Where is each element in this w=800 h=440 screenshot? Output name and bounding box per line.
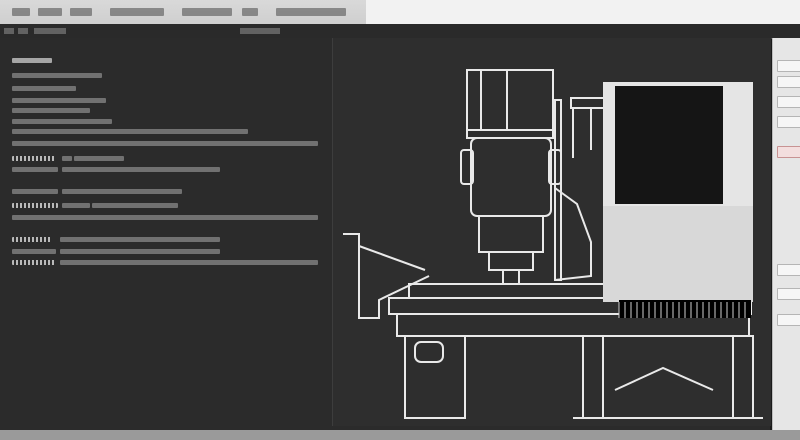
toolbar-item[interactable] — [240, 28, 280, 34]
text-line — [12, 73, 102, 78]
text-line — [12, 189, 58, 194]
toolbar-item[interactable] — [34, 28, 66, 34]
text-line — [12, 86, 76, 91]
menu-item-1[interactable] — [12, 8, 30, 16]
panel-button[interactable] — [777, 76, 800, 88]
menu-item-4[interactable] — [110, 8, 164, 16]
title-bar-blank — [366, 0, 800, 24]
text-line — [12, 98, 106, 103]
text-line — [12, 156, 56, 161]
text-line — [12, 249, 56, 254]
text-line — [12, 119, 112, 124]
title-bar — [0, 0, 800, 25]
panel-button[interactable] — [777, 314, 800, 326]
menu-item-6[interactable] — [242, 8, 258, 16]
text-line — [62, 189, 182, 194]
text-line — [12, 260, 56, 265]
panel-button[interactable] — [777, 116, 800, 128]
right-property-panel — [772, 38, 800, 430]
text-line — [60, 237, 220, 242]
text-line — [74, 156, 124, 161]
text-line — [12, 203, 58, 208]
text-line — [12, 129, 248, 134]
text-line — [60, 260, 318, 265]
toolbar-item[interactable] — [4, 28, 14, 34]
status-bar — [0, 430, 800, 440]
menu-item-2[interactable] — [38, 8, 62, 16]
text-line — [62, 156, 72, 161]
menu-item-3[interactable] — [70, 8, 92, 16]
text-line — [92, 203, 178, 208]
text-line — [12, 215, 318, 220]
3d-viewport[interactable] — [332, 38, 771, 426]
toolbar-item[interactable] — [18, 28, 28, 34]
panel-button[interactable] — [777, 96, 800, 108]
panel-button-alert[interactable] — [777, 146, 800, 158]
text-line — [12, 237, 52, 242]
menu-item-7[interactable] — [276, 8, 346, 16]
panel-button[interactable] — [777, 264, 800, 276]
text-line — [12, 167, 58, 172]
text-line — [62, 203, 90, 208]
text-line — [12, 58, 52, 63]
cnc-machine-icon — [343, 69, 763, 419]
menu-item-5[interactable] — [182, 8, 232, 16]
text-line — [12, 108, 90, 113]
properties-text-panel — [0, 38, 330, 426]
text-line — [62, 167, 220, 172]
text-line — [12, 141, 318, 146]
panel-button[interactable] — [777, 60, 800, 72]
panel-button[interactable] — [777, 288, 800, 300]
toolbar — [0, 24, 800, 39]
text-line — [60, 249, 220, 254]
